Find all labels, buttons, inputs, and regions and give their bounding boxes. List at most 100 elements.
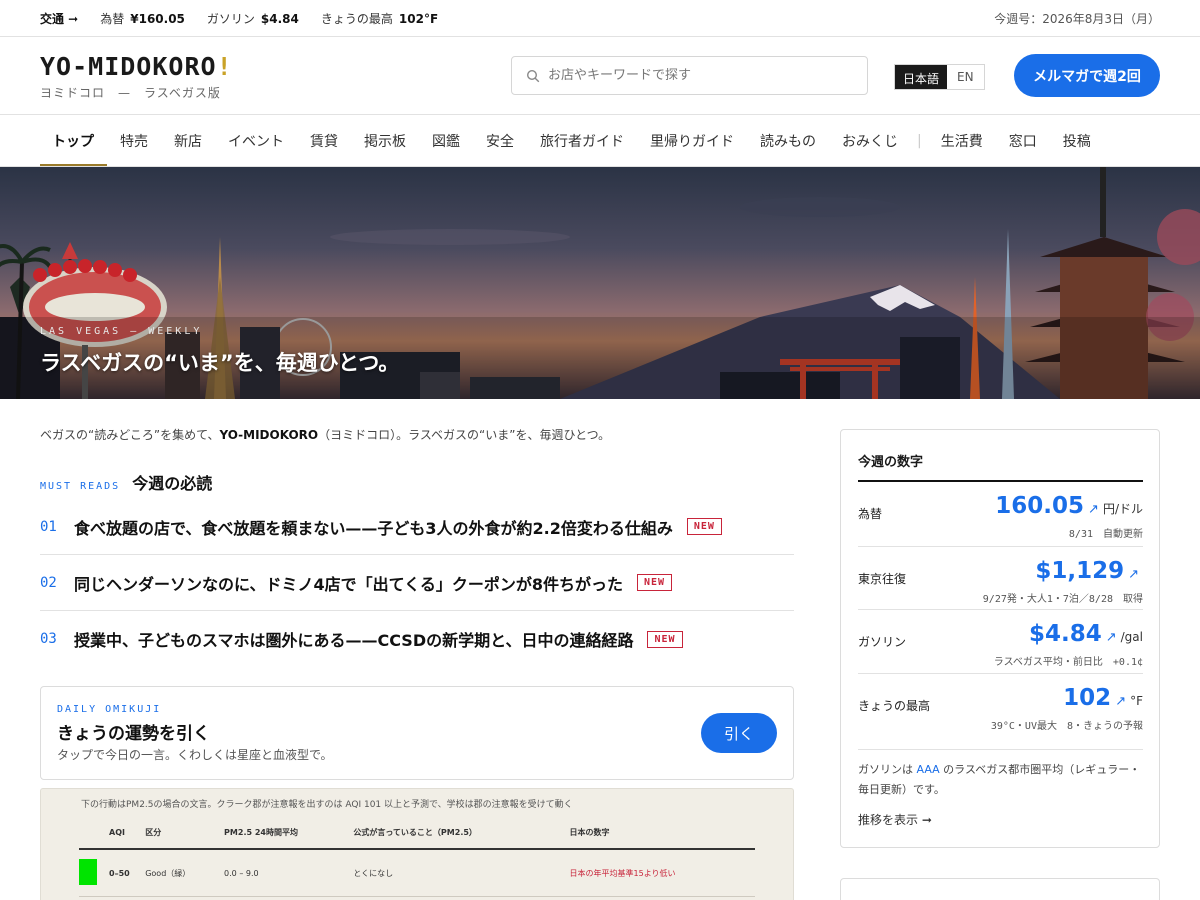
must-reads-list: 01 食べ放題の店で、食べ放題を頼まない——子ども3人の外食が約2.2倍変わる仕組… <box>40 499 794 667</box>
intro-brand: YO-MIDOKORO <box>219 428 319 442</box>
aqi-japan: 日本の年平均基準15より低い <box>569 849 755 897</box>
aqi-table-header: AQI 区分 PM2.5 24時間平均 公式が言っていること（PM2.5） 日本の数字 <box>79 827 755 850</box>
traffic-link[interactable]: 交通 ➞ <box>40 10 78 27</box>
logo-text: YO-MIDOKORO <box>40 52 217 81</box>
hero-banner: LAS VEGAS — WEEKLY ラスベガスの“いま”を、毎週ひとつ。 <box>0 167 1200 399</box>
stat-row: 為替 160.05 ↗ 円/ドル 8/31 自動更新 <box>858 482 1143 547</box>
nav-item[interactable]: トップ <box>40 115 107 167</box>
nav-item[interactable]: 安全 <box>473 115 527 167</box>
stat-value-row: $1,129 ↗ <box>1035 558 1143 584</box>
lang-en-button[interactable]: EN <box>947 65 984 89</box>
nav-item[interactable]: 新店 <box>161 115 215 167</box>
search-icon <box>526 69 540 82</box>
aqi-category: Good（緑） <box>145 849 225 897</box>
trend-up-icon: ↗ <box>1088 502 1099 517</box>
nav-item[interactable]: おみくじ <box>829 115 911 167</box>
new-badge: NEW <box>647 630 683 648</box>
must-read-number: 01 <box>40 518 57 535</box>
search-box[interactable] <box>511 56 868 95</box>
must-reads-heading: MUST READS 今週の必読 <box>40 470 212 494</box>
trend-up-icon: ↗ <box>1105 630 1117 645</box>
gas-value: $4.84 <box>260 11 299 26</box>
lang-ja-button[interactable]: 日本語 <box>895 65 948 89</box>
must-read-number: 03 <box>40 631 57 647</box>
aqi-swatch-header <box>79 827 109 850</box>
search-input[interactable] <box>548 68 848 83</box>
nav-separator: | <box>917 133 922 149</box>
aaa-link[interactable]: AAA <box>917 763 940 776</box>
stat-meta: 8/31 自動更新 <box>1068 529 1143 540</box>
logo-subtitle: ヨミドコロ — ラスベガス版 <box>40 86 221 100</box>
hero-kicker: LAS VEGAS — WEEKLY <box>40 326 203 337</box>
omikuji-draw-button[interactable]: 引く <box>701 713 777 753</box>
hero-headline: ラスベガスの“いま”を、毎週ひとつ。 <box>40 351 400 375</box>
nav-item[interactable]: 特売 <box>107 115 161 167</box>
issue-date: 今週号：2026年8月3日（月） <box>994 12 1160 26</box>
stat-unit: °F <box>1130 694 1143 708</box>
nav-item[interactable]: 投稿 <box>1050 115 1104 167</box>
omikuji-title: きょうの運勢を引く <box>57 724 210 744</box>
nav-item[interactable]: イベント <box>215 115 297 167</box>
show-trend-link[interactable]: 推移を表示 ➞ <box>858 811 932 828</box>
new-badge: NEW <box>637 574 673 591</box>
foot-before: ガソリンは <box>858 763 917 776</box>
high-temp-ticker: きょうの最高 102°F <box>321 10 438 27</box>
nav-item[interactable]: 旅行者ガイド <box>527 115 637 167</box>
gas-label: ガソリン <box>206 12 255 26</box>
stat-value: $4.84 <box>1028 621 1102 647</box>
omikuji-subtitle: タップで今日の一言。くわしくは星座と血液型で。 <box>57 748 333 762</box>
stat-unit: 円/ドル <box>1102 502 1143 516</box>
fx-ticker: 為替 ¥160.05 <box>100 10 185 27</box>
nav-item[interactable]: 読みもの <box>747 115 829 167</box>
site-logo[interactable]: YO-MIDOKORO! <box>40 52 233 81</box>
intro-before: ベガスの“読みどころ”を集めて、 <box>40 428 220 442</box>
top-ticker-bar: 交通 ➞ 為替 ¥160.05 ガソリン $4.84 きょうの最高 102°F … <box>0 0 1200 37</box>
gas-ticker: ガソリン $4.84 <box>207 10 299 27</box>
must-read-title: 同じヘンダーソンなのに、ドミノ4店で「出てくる」クーポンが8件ちがった <box>74 574 623 594</box>
stat-row: ガソリン $4.84 ↗/gal ラスベガス平均・前日比 +0.1¢ <box>858 610 1143 674</box>
trend-up-icon: ↗ <box>1115 694 1127 709</box>
must-read-item[interactable]: 02 同じヘンダーソンなのに、ドミノ4店で「出てくる」クーポンが8件ちがった NEW <box>40 555 794 611</box>
must-read-title: 授業中、子どものスマホは圏外にある——CCSDの新学期と、日中の連絡経路 <box>74 631 634 650</box>
stat-value: 102 <box>1063 685 1112 711</box>
nav-item[interactable]: 賃貸 <box>297 115 351 167</box>
aqi-column-header: PM2.5 24時間平均 <box>224 827 354 850</box>
stat-meta: 9/27発・大人1・7泊／8/28 取得 <box>982 594 1143 605</box>
nav-item[interactable]: 里帰りガイド <box>637 115 747 167</box>
nav-item[interactable]: 掲示板 <box>351 115 419 167</box>
must-reads-label-jp: 今週の必読 <box>132 474 213 493</box>
stat-value-row: 160.05 ↗ 円/ドル <box>995 493 1143 519</box>
nav-item[interactable]: 図鑑 <box>419 115 473 167</box>
sidebar-next-card <box>840 878 1160 900</box>
must-read-item[interactable]: 03 授業中、子どものスマホは圏外にある——CCSDの新学期と、日中の連絡経路 NE… <box>40 611 794 667</box>
stat-unit: /gal <box>1120 630 1143 644</box>
stat-meta: 39°C・UV最大 8・きょうの予報 <box>990 721 1143 732</box>
must-read-number: 02 <box>40 574 57 591</box>
aqi-table-body: 0–50 Good（緑） 0.0 – 9.0 とくになし 日本の年平均基準15より低い <box>79 849 755 897</box>
stat-value-row: $4.84 ↗/gal <box>1029 621 1143 647</box>
aqi-swatch-cell <box>79 849 109 897</box>
nav-item[interactable]: 生活費 <box>928 115 996 167</box>
new-badge: NEW <box>686 518 722 535</box>
fx-label: 為替 <box>100 12 125 26</box>
logo-bang: ! <box>216 52 233 81</box>
aqi-table-preview[interactable]: 下の行動はPM2.5の場合の文言。クラーク郡が注意報を出すのは AQI 101 … <box>40 788 794 900</box>
must-reads-label-en: MUST READS <box>40 481 121 492</box>
fx-value: ¥160.05 <box>130 11 185 26</box>
stat-label: ガソリン <box>858 635 907 649</box>
nav-item[interactable]: 窓口 <box>996 115 1050 167</box>
high-temp-value: 102°F <box>398 11 439 26</box>
omikuji-label-en: DAILY OMIKUJI <box>57 704 162 715</box>
must-read-item[interactable]: 01 食べ放題の店で、食べ放題を頼まない——子ども3人の外食が約2.2倍変わる仕組… <box>40 499 794 555</box>
intro-text: ベガスの“読みどころ”を集めて、YO-MIDOKORO（ヨミドコロ）。ラスベガス… <box>40 426 610 443</box>
stat-row: きょうの最高 102 ↗ °F 39°C・UV最大 8・きょうの予報 <box>858 674 1143 750</box>
nav-list: トップ 特売 新店 イベント 賃貸 掲示板 図鑑 安全 旅行者ガイド 里帰りガイド 読みもの おみくじ… <box>40 115 1104 167</box>
aqi-range: 0–50 <box>109 849 146 897</box>
aqi-official: とくになし <box>353 849 570 897</box>
stat-label: きょうの最高 <box>858 699 931 713</box>
newsletter-button[interactable]: メルマガで週2回 <box>1014 54 1160 97</box>
gas-footnote: ガソリンは AAA のラスベガス都市圏平均（レギュラー・毎日更新）です。 <box>858 760 1143 800</box>
stat-value-row: 102 ↗ °F <box>1063 685 1143 711</box>
aqi-row: 0–50 Good（緑） 0.0 – 9.0 とくになし 日本の年平均基準15より低い <box>79 849 755 897</box>
stat-value: $1,129 <box>1035 558 1125 584</box>
